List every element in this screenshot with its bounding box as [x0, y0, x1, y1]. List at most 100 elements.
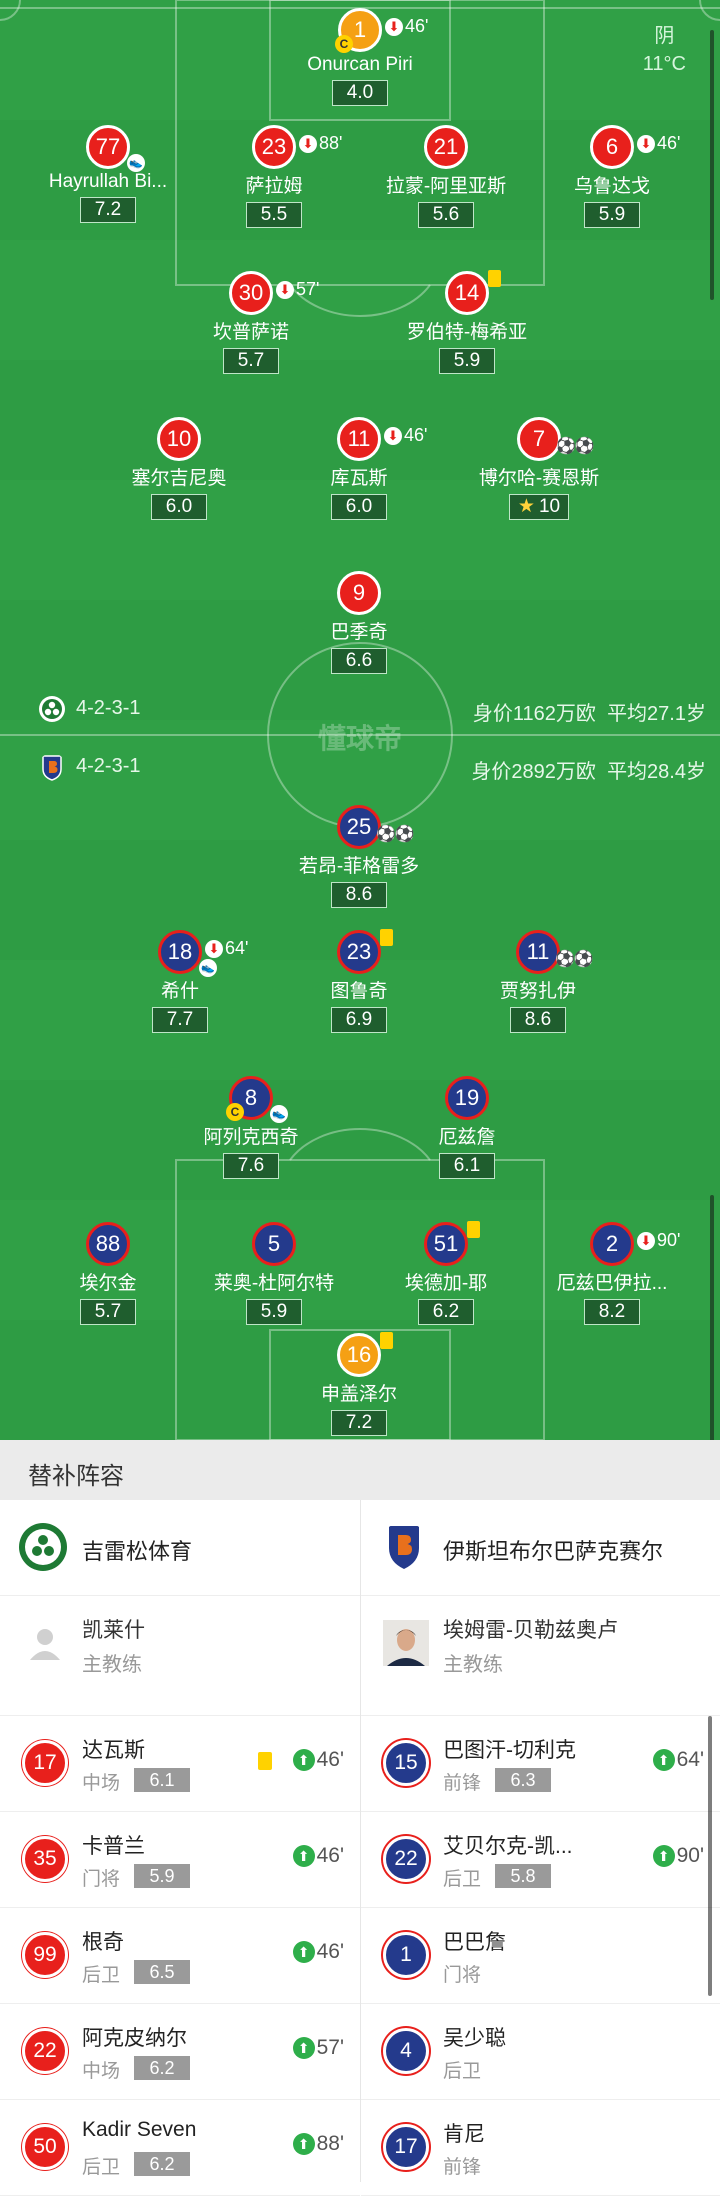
player-away-11[interactable]: 11 ⚽⚽ 贾努扎伊 8.6	[438, 930, 638, 1033]
yellow-card-icon	[467, 1221, 480, 1238]
home-team-header[interactable]: 吉雷松体育	[0, 1500, 360, 1596]
sub-in-time: ⬆ 46'	[292, 1748, 344, 1772]
goals-ball-icon: ⚽⚽	[556, 438, 595, 455]
player-number: 9	[337, 571, 381, 615]
player-number: 18 ⬇ 64' 👟	[158, 930, 248, 977]
player-number: 51	[424, 1221, 480, 1266]
player-home-14[interactable]: 14 罗伯特-梅希亚 5.9	[367, 270, 567, 374]
player-home-10[interactable]: 10 塞尔吉尼奥 6.0	[79, 417, 279, 520]
sub-off-arrow-icon: ⬇	[205, 940, 223, 959]
assist-boot-icon: 👟	[199, 959, 217, 977]
player-rating-mvp: ★ 10	[508, 494, 570, 520]
player-position: 前锋	[443, 1773, 482, 1794]
away-team-header[interactable]: 伊斯坦布尔巴萨克赛尔	[361, 1500, 720, 1596]
player-home-30[interactable]: 30 ⬇ 57' 坎普萨诺 5.7	[151, 271, 351, 374]
lineup-pitch: 阴 11°C 懂球帝 4-2-3-1 身价1162万欧 平均27.1岁 4-2-…	[0, 0, 720, 1440]
away-team-crest-icon	[42, 755, 62, 781]
sub-on-arrow-icon: ⬆	[652, 1845, 675, 1867]
away-formation: 4-2-3-1	[76, 755, 141, 777]
player-name: 吴少聪	[443, 2027, 506, 2050]
sub-player[interactable]: 99 根奇 后卫 6.5 ⬆ 46'	[0, 1908, 360, 2004]
player-number: 16	[337, 1332, 393, 1377]
away-subs-column: 伊斯坦布尔巴萨克赛尔 埃姆雷-贝勒兹奥卢 主教练 15 巴图汗-切利克 前锋 6…	[360, 1500, 720, 2196]
player-home-6[interactable]: 6 ⬇ 46' 乌鲁达戈 5.9	[512, 125, 712, 228]
home-team-crest-icon	[39, 696, 65, 722]
player-number: 99	[22, 1932, 68, 1978]
captain-icon: C	[226, 1103, 244, 1121]
player-rating: 7.6	[223, 1153, 279, 1179]
home-coach[interactable]: 凯莱什 主教练	[0, 1596, 360, 1692]
player-number: 21	[424, 125, 468, 169]
player-number: 17	[383, 2124, 429, 2170]
sub-player[interactable]: 15 巴图汗-切利克 前锋 6.3 ⬆ 64'	[361, 1716, 720, 1812]
sub-player[interactable]: 22 阿克皮纳尔 中场 6.2 ⬆ 57'	[0, 2004, 360, 2100]
sub-off-arrow-icon: ⬇	[299, 135, 317, 154]
away-team-avg-age: 平均28.4岁	[607, 761, 706, 783]
pitch-scrollbar-lower[interactable]	[710, 1195, 714, 1440]
player-number: 15	[383, 1740, 429, 1786]
player-home-1[interactable]: 1 ⬇ 46' C Onurcan Piri 4.0	[260, 8, 460, 106]
substitution-off-badge: ⬇ 46'	[637, 124, 680, 162]
player-away-5[interactable]: 5 莱奥-杜阿尔特 5.9	[174, 1222, 374, 1325]
player-name: 塞尔吉尼奥	[131, 468, 227, 489]
away-team-info: 4-2-3-1 身价2892万欧 平均28.4岁	[0, 749, 720, 785]
substitution-off-badge: ⬇ 90'	[637, 1221, 680, 1259]
player-rating: 7.2	[331, 1410, 387, 1436]
pitch-scrollbar[interactable]	[710, 30, 714, 300]
player-home-9[interactable]: 9 巴季奇 6.6	[259, 571, 459, 674]
player-name: 巴图汗-切利克	[443, 1739, 576, 1762]
player-name: Onurcan Piri	[307, 54, 413, 75]
player-name: 根奇	[82, 1931, 124, 1954]
player-name: 博尔哈-赛恩斯	[478, 468, 600, 489]
player-number: 22	[383, 1836, 429, 1882]
player-away-19[interactable]: 19 厄兹詹 6.1	[367, 1076, 567, 1179]
player-away-18[interactable]: 18 ⬇ 64' 👟 希什 7.7	[80, 930, 280, 1033]
player-rating: 5.6	[418, 202, 474, 228]
weather-condition: 阴	[654, 25, 675, 47]
player-position: 后卫	[82, 1965, 121, 1986]
player-rating: 5.7	[80, 1299, 136, 1325]
player-away-23[interactable]: 23 图鲁奇 6.9	[259, 929, 459, 1033]
player-rating: 6.0	[151, 494, 207, 520]
player-away-16[interactable]: 16 申盖泽尔 7.2	[259, 1332, 459, 1436]
player-home-23[interactable]: 23 ⬇ 88' 萨拉姆 5.5	[174, 125, 374, 228]
player-away-25[interactable]: 25 ⚽⚽ 若昂-菲格雷多 8.6	[259, 805, 459, 908]
player-number: 6 ⬇ 46'	[590, 125, 680, 169]
player-rating: 5.7	[223, 348, 279, 374]
player-rating: 5.9	[134, 1864, 190, 1888]
player-home-11[interactable]: 11 ⬇ 46' 库瓦斯 6.0	[259, 417, 459, 520]
player-name: 阿列克西奇	[203, 1127, 299, 1148]
player-number: 11 ⬇ 46'	[337, 417, 427, 461]
player-rating: 8.6	[510, 1007, 566, 1033]
sub-player[interactable]: 35 卡普兰 门将 5.9 ⬆ 46'	[0, 1812, 360, 1908]
star-icon: ★	[517, 496, 535, 517]
player-number: 11 ⚽⚽	[516, 930, 594, 974]
sub-player[interactable]: 17 达瓦斯 中场 6.1 ⬆ 46'	[0, 1716, 360, 1812]
subs-scrollbar[interactable]	[708, 1716, 712, 1996]
sub-on-arrow-icon: ⬆	[652, 1749, 675, 1771]
sub-on-arrow-icon: ⬆	[292, 1749, 315, 1771]
home-team-value: 身价1162万欧	[472, 703, 596, 725]
away-team-logo-icon	[389, 1526, 419, 1569]
player-number: 14	[445, 270, 501, 315]
player-name: 罗伯特-梅希亚	[406, 322, 528, 343]
player-name: 图鲁奇	[330, 981, 388, 1002]
player-position: 门将	[82, 1869, 121, 1890]
sub-player[interactable]: 1 巴巴詹 门将	[361, 1908, 720, 2004]
player-rating: 6.1	[439, 1153, 495, 1179]
player-home-7[interactable]: 7 ⚽⚽ 博尔哈-赛恩斯 ★ 10	[439, 417, 639, 520]
away-coach[interactable]: 埃姆雷-贝勒兹奥卢 主教练	[361, 1596, 720, 1692]
sub-player[interactable]: 4 吴少聪 后卫	[361, 2004, 720, 2100]
player-rating: 8.2	[584, 1299, 640, 1325]
player-rating: 5.9	[246, 1299, 302, 1325]
player-away-8[interactable]: 8 C 👟 阿列克西奇 7.6	[151, 1076, 351, 1179]
sub-on-arrow-icon: ⬆	[292, 2037, 315, 2059]
player-away-2[interactable]: 2 ⬇ 90' 厄兹巴伊拉... 8.2	[512, 1222, 712, 1325]
player-number: 10	[157, 417, 201, 461]
weather-info: 阴 11°C	[643, 22, 686, 78]
yellow-card-icon	[380, 1332, 393, 1349]
home-team-info: 4-2-3-1 身价1162万欧 平均27.1岁	[0, 691, 720, 727]
player-number: 88	[86, 1222, 130, 1266]
player-number: 77 👟	[86, 125, 145, 172]
sub-player[interactable]: 22 艾贝尔克-凯... 后卫 5.8 ⬆ 90'	[361, 1812, 720, 1908]
